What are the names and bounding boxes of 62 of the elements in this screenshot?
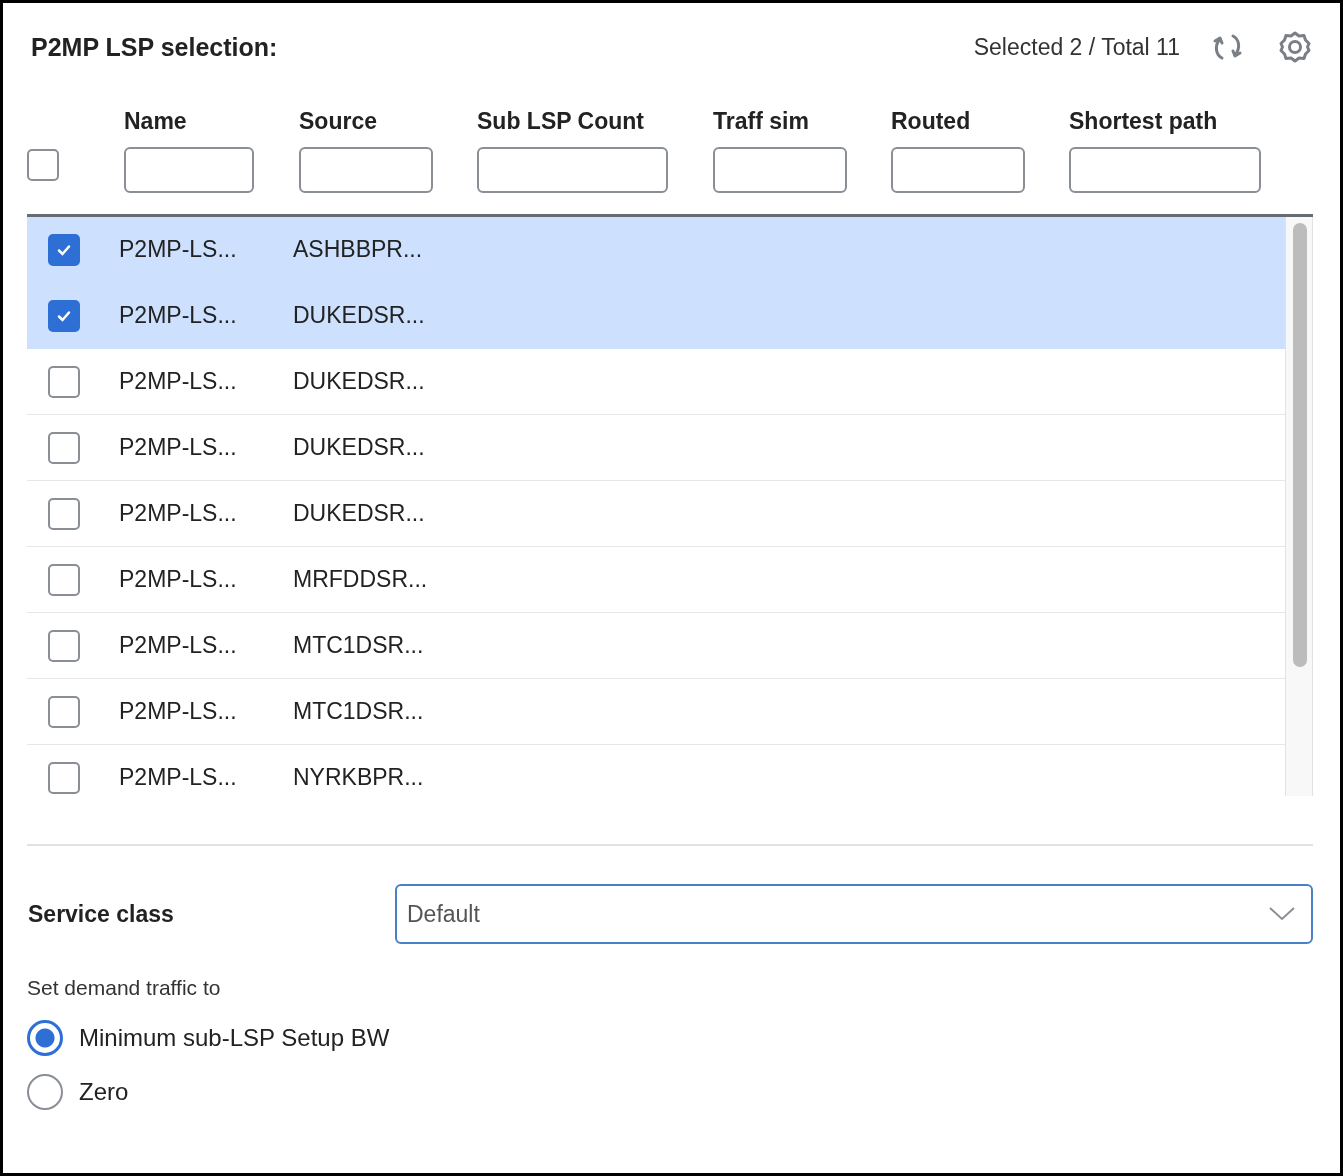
column-header[interactable]: Routed (891, 108, 1069, 135)
chevron-down-icon (1269, 907, 1295, 921)
column-filter-field[interactable] (1069, 147, 1261, 193)
row-checkbox[interactable] (48, 497, 80, 530)
table-row[interactable]: P2MP-LS... DUKEDSR... (27, 415, 1285, 481)
panel-title: P2MP LSP selection: (31, 32, 278, 62)
column-header[interactable]: Shortest path (1069, 108, 1261, 135)
table-row[interactable]: P2MP-LS... NYRKBPR... (27, 745, 1285, 796)
table-row[interactable]: P2MP-LS... DUKEDSR... (27, 481, 1285, 547)
row-checkbox[interactable] (48, 299, 80, 332)
table-cell-text: DUKEDSR... (293, 500, 426, 527)
column-header[interactable]: Sub LSP Count (477, 108, 713, 135)
table-cell-text: MTC1DSR... (293, 632, 425, 659)
table-cell-text: P2MP-LS... (119, 566, 238, 593)
table-cell-text: P2MP-LS... (119, 500, 238, 527)
table-row[interactable]: P2MP-LS... MTC1DSR... (27, 613, 1285, 679)
field-label: Service class (28, 900, 175, 928)
row-checkbox[interactable] (48, 761, 80, 794)
table-cell-text: P2MP-LS... (119, 764, 238, 791)
row-checkbox[interactable] (48, 563, 80, 596)
table-cell-text: MRFDDSR... (293, 566, 429, 593)
selection-summary: Selected 2 / Total 11 (973, 33, 1180, 61)
row-checkbox[interactable] (48, 365, 80, 398)
row-checkbox[interactable] (48, 431, 80, 464)
table-cell-text: DUKEDSR... (293, 368, 426, 395)
table-cell-text: P2MP-LS... (119, 368, 238, 395)
row-checkbox[interactable] (48, 629, 80, 662)
table-row[interactable]: P2MP-LS... ASHBBPR... (27, 217, 1285, 283)
table-cell-text: P2MP-LS... (119, 434, 238, 461)
radio-button[interactable] (27, 1074, 63, 1110)
table-cell-text: NYRKBPR... (293, 764, 425, 791)
row-checkbox[interactable] (48, 233, 80, 266)
table-row[interactable]: P2MP-LS... MRFDDSR... (27, 547, 1285, 613)
table-cell-text: ASHBBPR... (293, 236, 424, 263)
column-filter-field[interactable] (891, 147, 1025, 193)
table-cell-text: P2MP-LS... (119, 632, 238, 659)
table-cell-text: DUKEDSR... (293, 434, 426, 461)
row-checkbox[interactable] (48, 695, 80, 728)
radio-option[interactable]: Minimum sub-LSP Setup BW (27, 1020, 390, 1056)
column-filter-field[interactable] (299, 147, 433, 193)
scrollbar-track[interactable] (1285, 217, 1313, 796)
column-header[interactable]: Name (124, 108, 299, 135)
radio-option[interactable]: Zero (27, 1074, 129, 1110)
table-row[interactable]: P2MP-LS... DUKEDSR... (27, 283, 1285, 349)
table-row[interactable]: P2MP-LS... DUKEDSR... (27, 349, 1285, 415)
radio-button[interactable] (27, 1020, 63, 1056)
settings-icon[interactable] (1278, 30, 1312, 64)
table-cell-text: DUKEDSR... (293, 302, 426, 329)
select-all-checkbox[interactable] (27, 149, 59, 181)
table-cell-text: P2MP-LS... (119, 302, 238, 329)
column-header[interactable]: Traff sim (713, 108, 891, 135)
service-class-dropdown[interactable]: Default (395, 884, 1313, 944)
column-header[interactable]: Source (299, 108, 477, 135)
column-filter-field[interactable] (477, 147, 668, 193)
column-filter-field[interactable] (713, 147, 847, 193)
table-row[interactable]: P2MP-LS... MTC1DSR... (27, 679, 1285, 745)
table-cell-text: MTC1DSR... (293, 698, 425, 725)
section-label: Set demand traffic to (26, 975, 222, 1000)
scrollbar-thumb[interactable] (1293, 223, 1307, 667)
column-filter-field[interactable] (124, 147, 254, 193)
table-cell-text: P2MP-LS... (119, 236, 238, 263)
table-cell-text: P2MP-LS... (119, 698, 238, 725)
